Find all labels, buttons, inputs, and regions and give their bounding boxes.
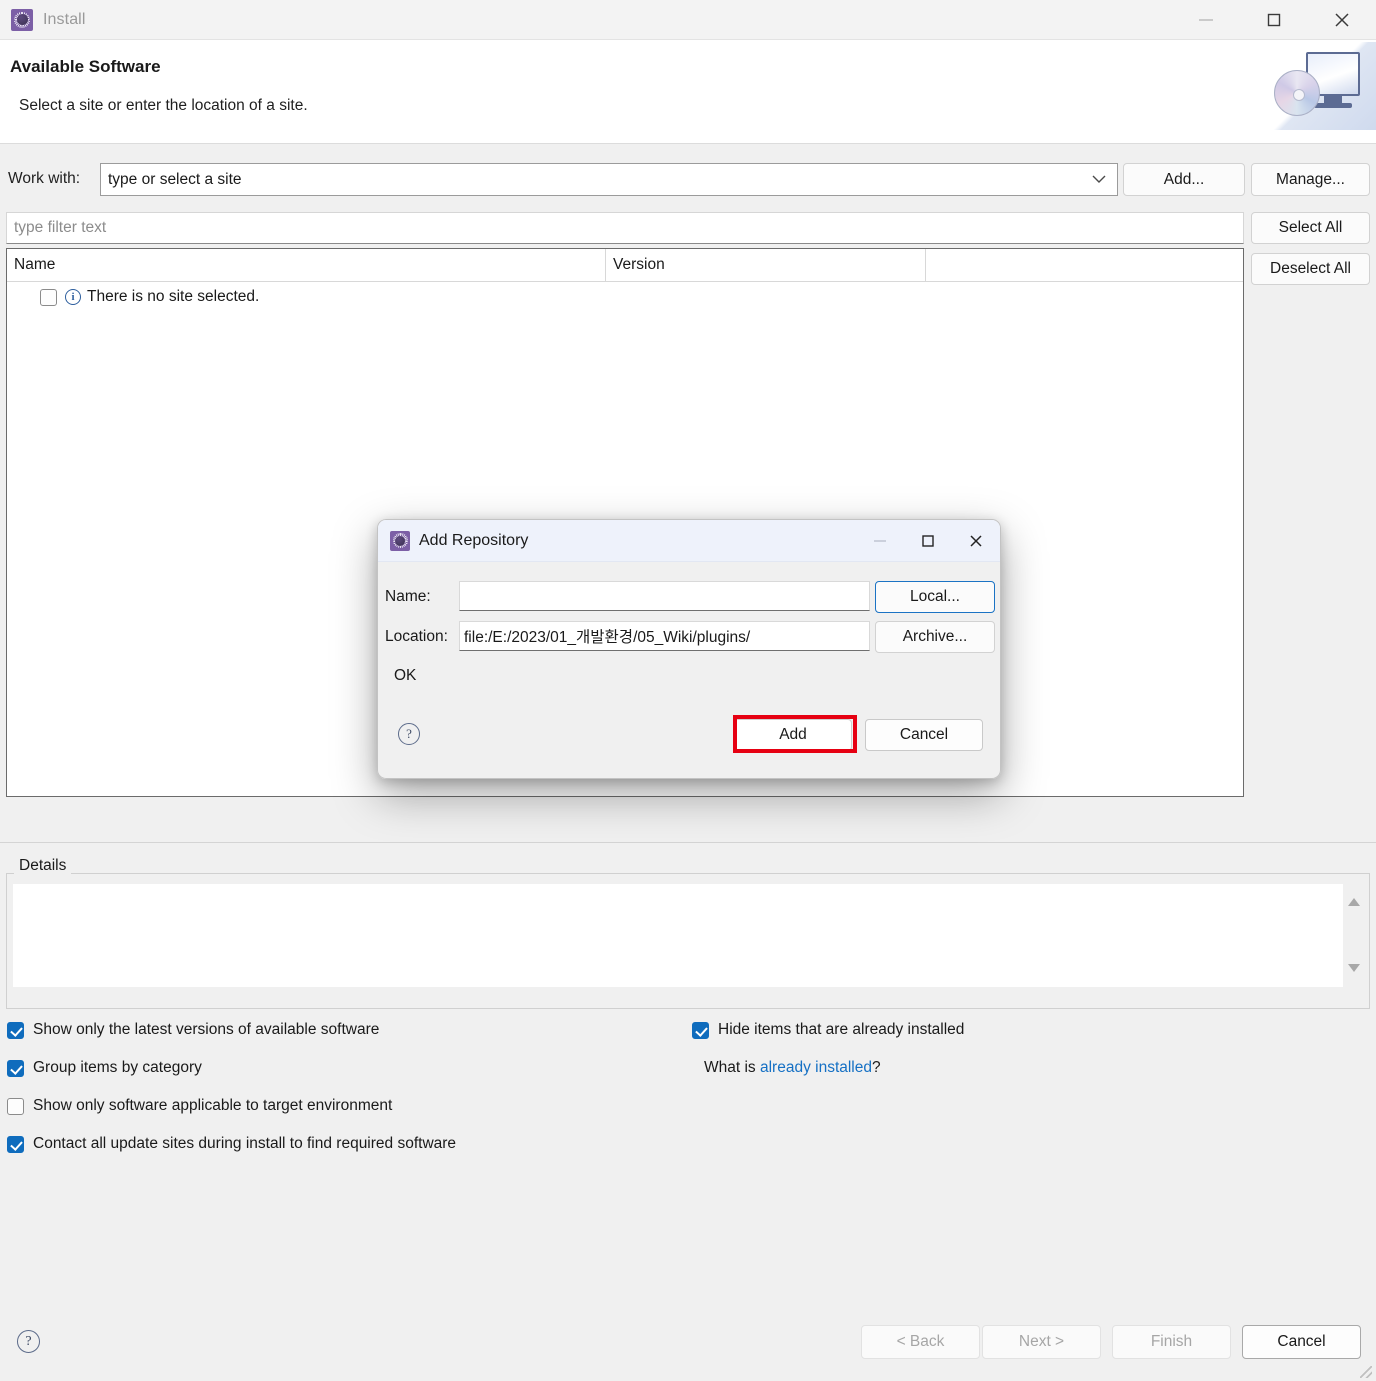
dialog-title: Add Repository [419, 532, 528, 550]
location-field[interactable]: file:/E:/2023/01_개발환경/05_Wiki/plugins/ [459, 621, 870, 651]
column-header-name[interactable]: Name [7, 249, 604, 281]
option-label: Contact all update sites during install … [33, 1135, 456, 1153]
details-text-area[interactable] [13, 884, 1343, 987]
option-label: Group items by category [33, 1059, 202, 1077]
filter-placeholder: type filter text [7, 219, 106, 237]
checkbox[interactable] [7, 1098, 24, 1115]
checkbox[interactable] [7, 1060, 24, 1077]
dialog-help-icon[interactable]: ? [398, 723, 420, 745]
checkbox[interactable] [7, 1136, 24, 1153]
dialog-status-message: OK [394, 667, 416, 685]
section-divider [0, 842, 1376, 843]
checkbox[interactable] [7, 1022, 24, 1039]
work-with-label: Work with: [8, 170, 80, 188]
dialog-title-bar: Add Repository [378, 520, 1000, 562]
window-controls [1172, 0, 1376, 40]
details-scrollbar[interactable] [1343, 884, 1365, 987]
column-header-blank[interactable] [925, 249, 1243, 281]
name-label: Name: [385, 588, 431, 606]
what-is-suffix: ? [872, 1059, 881, 1076]
back-button[interactable]: < Back [861, 1325, 980, 1359]
what-is-prefix: What is [704, 1059, 760, 1076]
resize-grip[interactable] [1360, 1366, 1372, 1378]
help-icon[interactable]: ? [17, 1330, 40, 1353]
eclipse-install-icon [390, 531, 410, 551]
dialog-add-button[interactable]: Add [734, 719, 852, 751]
option-label: Show only software applicable to target … [33, 1097, 392, 1115]
chevron-down-icon [1091, 171, 1107, 189]
name-field[interactable] [459, 581, 870, 611]
next-button[interactable]: Next > [982, 1325, 1101, 1359]
tree-header: Name Version [7, 249, 1243, 282]
option-label: Show only the latest versions of availab… [33, 1021, 379, 1039]
option-label: Hide items that are already installed [718, 1021, 964, 1039]
work-with-combo-value: type or select a site [101, 171, 242, 189]
finish-button[interactable]: Finish [1112, 1325, 1231, 1359]
row-label: There is no site selected. [87, 288, 259, 306]
page-subtitle: Select a site or enter the location of a… [19, 97, 308, 115]
dialog-maximize-button[interactable] [904, 520, 952, 562]
install-wizard-window: Install Available Software Select a site… [0, 0, 1376, 1381]
add-site-button[interactable]: Add... [1123, 163, 1245, 196]
dialog-close-button[interactable] [952, 520, 1000, 562]
table-row[interactable]: i There is no site selected. [7, 284, 259, 310]
archive-button[interactable]: Archive... [875, 621, 995, 653]
local-button[interactable]: Local... [875, 581, 995, 613]
dialog-minimize-button[interactable] [856, 520, 904, 562]
dialog-cancel-button[interactable]: Cancel [865, 719, 983, 751]
dialog-window-controls [856, 520, 1000, 562]
location-label: Location: [385, 628, 448, 646]
option-group-by-category[interactable]: Group items by category [7, 1059, 202, 1077]
add-repository-dialog: Add Repository Name: Local... Location: … [377, 519, 1001, 779]
page-banner: Available Software Select a site or ente… [0, 40, 1376, 144]
filter-input[interactable]: type filter text [6, 212, 1244, 244]
already-installed-link[interactable]: already installed [760, 1059, 872, 1076]
deselect-all-button[interactable]: Deselect All [1251, 253, 1370, 285]
page-title: Available Software [10, 57, 161, 77]
option-contact-all-sites[interactable]: Contact all update sites during install … [7, 1135, 456, 1153]
select-all-button[interactable]: Select All [1251, 212, 1370, 244]
scroll-up-arrow[interactable] [1348, 898, 1360, 906]
minimize-button[interactable] [1172, 0, 1240, 40]
details-legend: Details [14, 857, 71, 875]
info-icon: i [65, 289, 81, 305]
option-latest-versions[interactable]: Show only the latest versions of availab… [7, 1021, 379, 1039]
window-title-bar: Install [0, 0, 1376, 40]
what-is-already-installed: What is already installed? [704, 1059, 881, 1077]
checkbox[interactable] [692, 1022, 709, 1039]
option-applicable-target[interactable]: Show only software applicable to target … [7, 1097, 392, 1115]
window-title: Install [43, 11, 86, 29]
cancel-button[interactable]: Cancel [1242, 1325, 1361, 1359]
maximize-button[interactable] [1240, 0, 1308, 40]
location-field-value: file:/E:/2023/01_개발환경/05_Wiki/plugins/ [460, 625, 750, 647]
option-hide-installed[interactable]: Hide items that are already installed [692, 1021, 964, 1039]
monitor-cd-icon [1266, 42, 1376, 130]
work-with-combo[interactable]: type or select a site [100, 163, 1118, 196]
row-checkbox[interactable] [40, 289, 57, 306]
manage-sites-button[interactable]: Manage... [1251, 163, 1370, 196]
column-header-version[interactable]: Version [605, 249, 925, 281]
close-button[interactable] [1308, 0, 1376, 40]
scroll-down-arrow[interactable] [1348, 964, 1360, 972]
eclipse-install-icon [11, 9, 33, 31]
